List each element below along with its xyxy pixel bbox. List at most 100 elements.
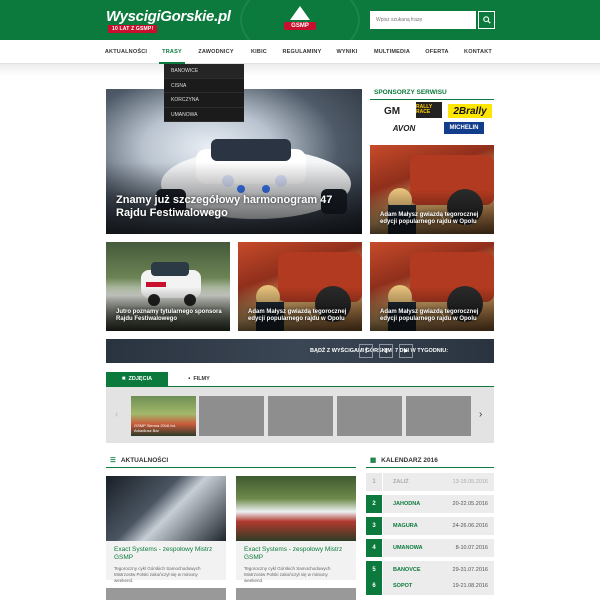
calendar-row[interactable]: 2 JAHODNA 20-22.05.2016 — [366, 495, 494, 513]
calendar-row-body: JAHODNA 20-22.05.2016 — [383, 495, 494, 513]
nav-multimedia[interactable]: MULTIMEDIA — [372, 40, 412, 64]
news-card-desc: Tegoroczny cykl Górskich Samochodowych M… — [114, 565, 201, 583]
search-button[interactable] — [478, 11, 495, 29]
twitter-button[interactable]: t — [379, 344, 393, 358]
calendar-row-number: 1 — [366, 473, 382, 491]
nav-shadow — [0, 64, 600, 76]
gallery-thumb-1[interactable]: GSMP Sienna 2016 fot. Arkadiusz Bar — [131, 396, 196, 436]
calendar-row-name: ZALIŻ — [393, 479, 409, 485]
trasy-dropdown: BANOWICE CISNA KORCZYNA UMANOWA — [164, 64, 244, 122]
calendar-row-date: 8-10.07.2016 — [455, 545, 488, 551]
sponsor-rally-race[interactable]: RALLY RACE — [416, 102, 442, 118]
sponsors-underline — [370, 99, 494, 100]
nav-kibic[interactable]: KIBIC — [248, 40, 270, 64]
calendar-row-body: MAGURA 24-26.06.2016 — [383, 517, 494, 535]
calendar-underline — [366, 467, 494, 468]
article-tile-row-3[interactable]: Adam Małysz gwiazdą tegorocznej edycji p… — [370, 242, 494, 331]
nav-kontakt[interactable]: KONTAKT — [462, 40, 494, 64]
calendar-row-name: JAHODNA — [393, 501, 421, 507]
gallery-thumb-2[interactable] — [199, 396, 264, 436]
tile-caption: Adam Małysz gwiazdą tegorocznej edycji p… — [380, 211, 479, 225]
nav-trasy[interactable]: TRASY — [159, 40, 185, 64]
camera-icon: ■ — [121, 376, 126, 382]
sponsor-michelin[interactable]: MICHELIN — [444, 122, 484, 134]
calendar-row-name: UMANOWA — [393, 545, 423, 551]
facebook-button[interactable]: f — [359, 344, 373, 358]
article-tile-row-2[interactable]: Adam Małysz gwiazdą tegorocznej edycji p… — [238, 242, 362, 331]
tile-caption: Adam Małysz gwiazdą tegorocznej edycji p… — [380, 308, 479, 322]
sponsors-title: SPONSORZY SERWISU — [374, 89, 447, 96]
nav-oferta[interactable]: OFERTA — [424, 40, 450, 64]
news-card-3[interactable] — [106, 588, 226, 600]
gallery-thumb-3[interactable] — [268, 396, 333, 436]
nav-zawodnicy[interactable]: ZAWODNICY — [196, 40, 236, 64]
list-icon: ☰ — [110, 457, 116, 464]
news-underline — [106, 467, 356, 468]
gallery-thumb-caption: GSMP Sienna 2016 fot. Arkadiusz Bar — [134, 423, 176, 434]
search-input[interactable] — [370, 11, 476, 29]
mountain-icon — [290, 6, 310, 20]
site-logo[interactable]: WyscigiGorskie.pl — [106, 8, 231, 25]
calendar-row-date: 24-26.06.2016 — [452, 523, 488, 529]
social-bar: BĄDŹ Z WYŚCIGAMI GÓRSKIMI 7 DNI W TYGODN… — [106, 339, 494, 363]
news-card-title[interactable]: Exact Systems - zespołowy Mistrz GSMP — [106, 541, 226, 562]
calendar-row-number: 6 — [366, 577, 382, 595]
gsmp-label: GSMP — [284, 22, 316, 30]
nav-aktualnosci[interactable]: AKTUALNOŚCI — [104, 40, 148, 64]
sponsor-gm[interactable]: GM — [375, 104, 409, 118]
calendar-row-body: SOPOT 19-21.08.2016 — [383, 577, 494, 595]
news-card-desc: Tegoroczny cykl Górskich Samochodowych M… — [244, 565, 331, 583]
calendar-row-number: 4 — [366, 539, 382, 557]
dropdown-item-umanowa[interactable]: UMANOWA — [164, 108, 244, 122]
logo-tagline: 10 LAT Z GSMP! — [108, 25, 158, 33]
main-nav: AKTUALNOŚCI TRASY ZAWODNICY KIBIC REGULA… — [0, 40, 600, 64]
tab-filmy[interactable]: ▪ FILMY — [168, 372, 230, 387]
news-title-label: AKTUALNOŚCI — [120, 457, 169, 464]
twitter-icon: t — [384, 347, 388, 355]
tile-caption: Adam Małysz gwiazdą tegorocznej edycji p… — [248, 308, 347, 322]
calendar-row[interactable]: 1 ZALIŻ 13-15.05.2016 — [366, 473, 494, 491]
calendar-row-number: 3 — [366, 517, 382, 535]
tab-zdjecia[interactable]: ■ ZDJĘCIA — [106, 372, 168, 387]
calendar-row-body: UMANOWA 8-10.07.2016 — [383, 539, 494, 557]
calendar-row-date: 20-22.05.2016 — [452, 501, 488, 507]
dropdown-item-banowice[interactable]: BANOWICE — [164, 64, 244, 79]
gsmp-badge[interactable]: GSMP — [284, 6, 316, 34]
calendar-row-name: SOPOT — [393, 583, 413, 589]
calendar-row[interactable]: 6 SOPOT 19-21.08.2016 — [366, 577, 494, 595]
calendar-icon: ▦ — [370, 457, 377, 464]
news-image — [106, 476, 226, 541]
gallery-next-arrow-icon[interactable]: › — [479, 409, 482, 420]
news-card-1[interactable]: Exact Systems - zespołowy Mistrz GSMP Te… — [106, 476, 226, 583]
dropdown-item-cisna[interactable]: CISNA — [164, 79, 244, 93]
calendar-title-label: KALENDARZ 2016 — [381, 457, 438, 464]
calendar-row-date: 19-21.08.2016 — [452, 583, 488, 589]
nav-wyniki[interactable]: WYNIKI — [334, 40, 360, 64]
gallery-prev-arrow-icon[interactable]: ‹ — [115, 409, 118, 420]
calendar-row[interactable]: 3 MAGURA 24-26.06.2016 — [366, 517, 494, 535]
calendar-row-date: 13-15.05.2016 — [452, 479, 488, 485]
calendar-row-number: 2 — [366, 495, 382, 513]
youtube-button[interactable]: ▶ — [399, 344, 413, 358]
dropdown-item-korczyna[interactable]: KORCZYNA — [164, 93, 244, 108]
news-card-2[interactable]: Exact Systems - zespołowy Mistrz GSMP Te… — [236, 476, 356, 583]
facebook-icon: f — [364, 347, 368, 355]
news-section-title: ☰ AKTUALNOŚCI — [110, 456, 168, 464]
news-card-4[interactable] — [236, 588, 356, 600]
gallery-thumb-4[interactable] — [337, 396, 402, 436]
photo-gallery: ‹ GSMP Sienna 2016 fot. Arkadiusz Bar › — [106, 387, 494, 443]
calendar-row[interactable]: 4 UMANOWA 8-10.07.2016 — [366, 539, 494, 557]
sponsor-avon[interactable]: AVON — [382, 122, 426, 134]
hero-title: Znamy już szczegółowy harmonogram 47 Raj… — [116, 193, 333, 219]
tab-zdjecia-label: ZDJĘCIA — [128, 376, 153, 382]
news-image — [236, 476, 356, 541]
calendar-section-title: ▦ KALENDARZ 2016 — [370, 456, 438, 464]
gallery-thumb-5[interactable] — [406, 396, 471, 436]
search-icon — [482, 16, 491, 24]
article-tile-row-1[interactable]: Jutro poznamy tytularnego sponsora Rajdu… — [106, 242, 230, 331]
calendar-row-name: MAGURA — [393, 523, 418, 529]
sponsor-2brally[interactable]: 2Brally — [448, 104, 492, 118]
news-card-title[interactable]: Exact Systems - zespołowy Mistrz GSMP — [236, 541, 356, 562]
nav-regulaminy[interactable]: REGULAMINY — [282, 40, 322, 64]
article-tile-top-right[interactable]: Adam Małysz gwiazdą tegorocznej edycji p… — [370, 145, 494, 234]
